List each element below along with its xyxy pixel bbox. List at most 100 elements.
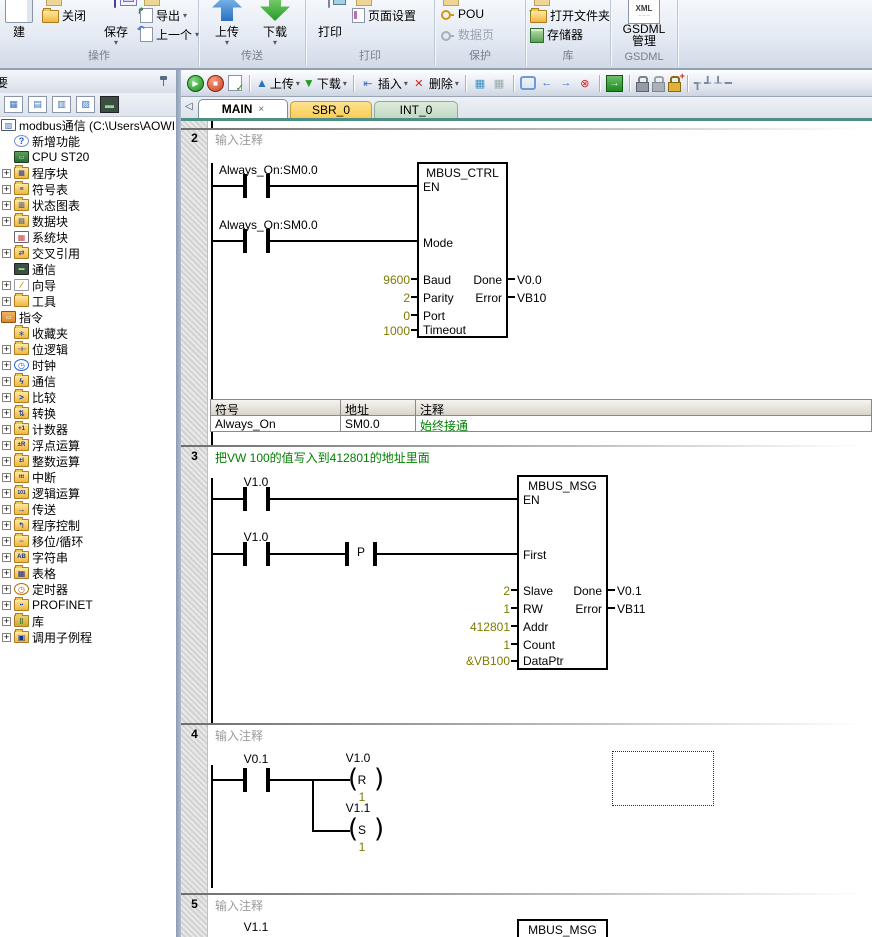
tree-expander[interactable]: + (2, 201, 11, 210)
ram-run-icon[interactable]: → (606, 75, 623, 92)
tree-item[interactable]: + 表格 (0, 565, 176, 581)
tree-item[interactable]: CPU ST20 (0, 149, 176, 165)
tree-item[interactable]: + 数据块 (0, 213, 176, 229)
tree-item[interactable]: + 工具 (0, 293, 176, 309)
tree-expander[interactable]: + (2, 425, 11, 434)
tree-item[interactable]: + PROFINET (0, 597, 176, 613)
draw-line-up-icon[interactable]: ┸ (714, 76, 721, 90)
close-button[interactable]: 关闭 (42, 7, 86, 24)
tree-expander[interactable]: + (2, 553, 11, 562)
address-box-icon[interactable] (520, 75, 536, 91)
operand-slave[interactable]: 2 (390, 584, 510, 598)
tab-int0[interactable]: INT_0 (374, 101, 458, 118)
symbol-table-header-comment[interactable]: 注释 (415, 399, 872, 416)
tree-expander[interactable]: + (2, 473, 11, 482)
tree-item[interactable]: + 程序控制 (0, 517, 176, 533)
symbol-table-header-address[interactable]: 地址 (340, 399, 416, 416)
symbol-table-cell-comment[interactable]: 始终接通 (415, 415, 872, 432)
symbol-table-header-symbol[interactable]: 符号 (210, 399, 341, 416)
operand-error[interactable]: VB10 (517, 291, 546, 305)
view-list-icon[interactable]: ▤ (28, 96, 47, 113)
tree-expander[interactable]: + (2, 393, 11, 402)
tree-item[interactable]: + 传送 (0, 501, 176, 517)
delete-button[interactable]: ✕ 删除 ▾ (411, 75, 459, 92)
insert-button[interactable]: ⇤ 插入 ▾ (360, 75, 408, 92)
tree-expander[interactable]: + (2, 537, 11, 546)
caret-icon[interactable]: ▾ (455, 79, 459, 88)
tree-expander[interactable]: + (2, 377, 11, 386)
bookmark-next-icon[interactable]: → (558, 75, 574, 91)
function-block-mbus-msg[interactable]: MBUS_MSG (517, 919, 608, 937)
operand-port[interactable]: 0 (330, 309, 410, 323)
tree-expander[interactable]: + (2, 617, 11, 626)
tree-item[interactable]: + 浮点运算 (0, 437, 176, 453)
tree-expander[interactable]: + (2, 457, 11, 466)
tree-item[interactable]: + 定时器 (0, 581, 176, 597)
contact[interactable] (243, 768, 247, 792)
tree-item[interactable]: modbus通信 (C:\Users\AOWID\ (0, 117, 176, 133)
contact[interactable] (243, 174, 247, 198)
communication-monitor-icon[interactable]: ▬ (100, 96, 119, 113)
tree-expander[interactable]: + (2, 345, 11, 354)
save-caret-icon[interactable]: ▾ (94, 38, 138, 47)
coil-operand[interactable]: V1.0 (340, 751, 376, 765)
contact-operand[interactable]: V1.1 (234, 920, 278, 934)
tab-scroll-left-icon[interactable]: ◁ (185, 101, 193, 112)
tree-expander[interactable]: + (2, 217, 11, 226)
coil-operand[interactable]: V1.1 (340, 801, 376, 815)
network-4-number[interactable]: 4 (181, 727, 208, 741)
symbol-table-cell-address[interactable]: SM0.0 (340, 415, 416, 432)
network-3-number[interactable]: 3 (181, 449, 208, 463)
tree-expander[interactable]: + (2, 585, 11, 594)
bookmark-previous-icon[interactable]: ← (539, 75, 555, 91)
coil-set[interactable]: S (351, 823, 373, 837)
tree-expander[interactable]: + (2, 297, 11, 306)
lock-add-icon[interactable]: + (668, 76, 681, 90)
tree-item[interactable]: 收藏夹 (0, 325, 176, 341)
operand-error[interactable]: VB11 (617, 602, 645, 616)
tab-main[interactable]: MAIN × (198, 99, 288, 118)
view-table-icon[interactable]: ▦ (4, 96, 23, 113)
memory-button[interactable]: 存储器 (530, 26, 583, 43)
contact[interactable] (243, 542, 247, 566)
view-chart-icon[interactable]: ▨ (76, 96, 95, 113)
operand-rw[interactable]: 1 (390, 602, 510, 616)
caret-icon[interactable]: ▾ (296, 79, 300, 88)
draw-line-horizontal-icon[interactable]: ━ (725, 76, 732, 90)
tree-expander[interactable]: + (2, 521, 11, 530)
tree-expander[interactable]: + (2, 185, 11, 194)
tree-expander[interactable]: + (2, 505, 11, 514)
tree-item[interactable]: + 位逻辑 (0, 341, 176, 357)
tab-sbr0[interactable]: SBR_0 (290, 101, 372, 118)
operand-baud[interactable]: 9600 (330, 273, 410, 287)
tree-item[interactable]: 新增功能 (0, 133, 176, 149)
coil-count-operand[interactable]: 1 (351, 840, 373, 854)
pou-protect-button[interactable]: POU (440, 7, 484, 21)
tree-item[interactable]: + 字符串 (0, 549, 176, 565)
tree-item[interactable]: + 比较 (0, 389, 176, 405)
contact[interactable] (243, 487, 247, 511)
run-button[interactable]: ▶ (187, 75, 204, 92)
export-button[interactable]: 导出 ▾ (140, 7, 187, 24)
tree-item[interactable]: + 通信 (0, 373, 176, 389)
tree-item[interactable]: + 逻辑运算 (0, 485, 176, 501)
tree-expander[interactable]: + (2, 569, 11, 578)
tree-item[interactable]: + 计数器 (0, 421, 176, 437)
draw-branch-down-icon[interactable]: ┱ (694, 76, 701, 90)
export-caret-icon[interactable]: ▾ (183, 11, 187, 20)
contact-operand[interactable]: V1.0 (234, 530, 278, 544)
tree-item[interactable]: + 转换 (0, 405, 176, 421)
upload-button[interactable]: 上传 ▾ (205, 0, 249, 52)
tree-item[interactable]: + 调用子例程 (0, 629, 176, 645)
network-5-comment[interactable]: 输入注释 (215, 897, 263, 914)
previous-button[interactable]: 上一个 ▾ (140, 26, 199, 43)
tree-item[interactable]: + 时钟 (0, 357, 176, 373)
network-diagram-icon[interactable]: ▦ (472, 75, 488, 91)
print-button[interactable]: 打印 (308, 0, 348, 52)
upload-caret-icon[interactable]: ▾ (205, 38, 249, 47)
pin-icon[interactable] (159, 75, 168, 86)
bookmark-clear-icon[interactable]: ⊗ (577, 75, 593, 91)
operand-done[interactable]: V0.0 (517, 273, 542, 287)
tree-item[interactable]: + 中断 (0, 469, 176, 485)
tree-expander[interactable]: + (2, 361, 11, 370)
